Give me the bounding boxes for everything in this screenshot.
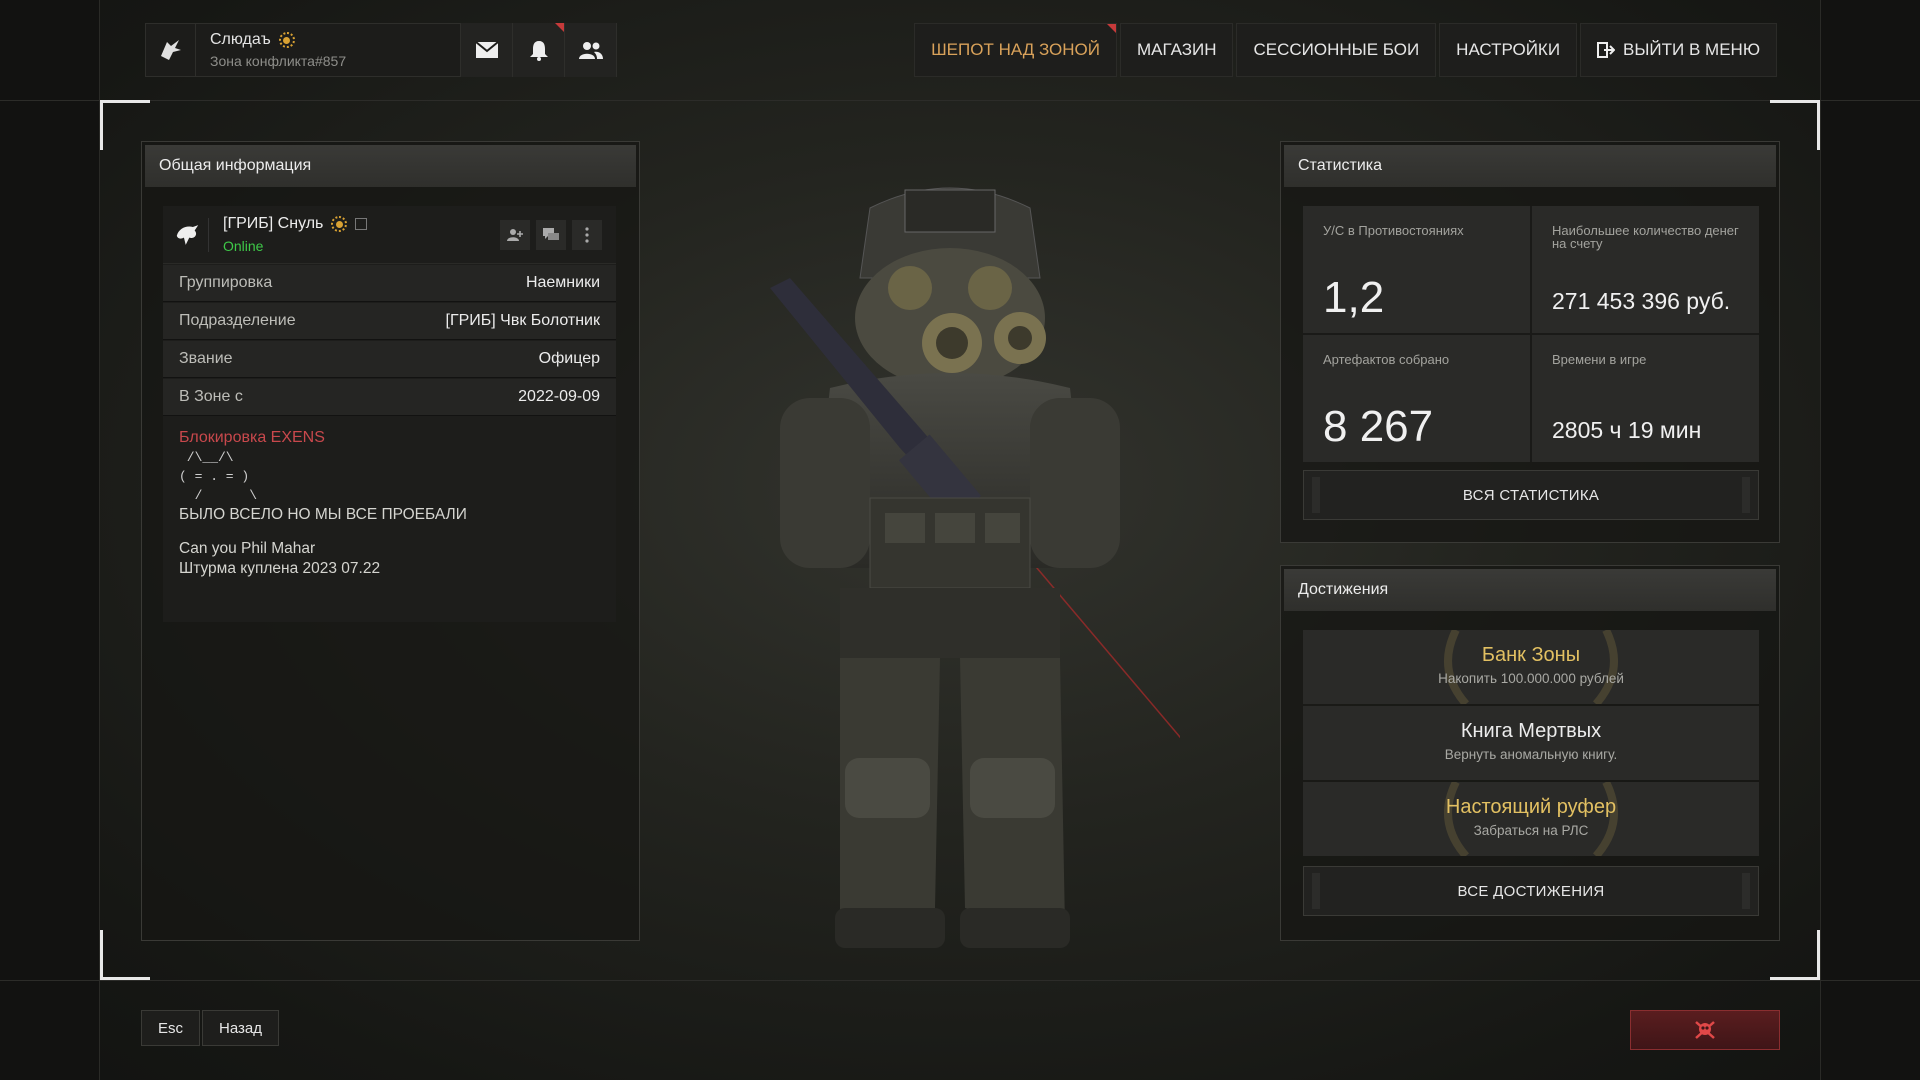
bio-line: БЫЛО ВСЕЛО НО МЫ ВСЕ ПРОЕБАЛИ [179,506,467,523]
skull-action-button[interactable] [1630,1010,1780,1050]
stat-max-money: Наибольшее количество денег на счету 271… [1532,206,1759,333]
friends-icon [578,42,603,59]
message-button[interactable] [536,219,566,250]
profile-name: Слюдаъ [210,31,271,48]
faction-logo-icon [175,217,209,252]
nav-shop[interactable]: МАГАЗИН [1120,23,1234,77]
add-friend-button[interactable] [500,219,530,250]
all-statistics-button[interactable]: ВСЯ СТАТИСТИКА [1303,470,1759,520]
more-options-button[interactable] [572,219,602,250]
achievement-item[interactable]: Книга Мертвых Вернуть аномальную книгу. [1303,706,1759,780]
character-model[interactable] [720,168,1241,968]
mail-icon [474,41,499,58]
exit-icon [1597,42,1616,58]
statistics-panel: Статистика У/С в Противостояниях 1,2 Наи… [1280,141,1780,543]
notifications-button[interactable] [512,23,564,77]
faction-logo-icon [146,23,196,77]
info-row-division: Подразделение [ГРИБ] Чвк Болотник [163,303,616,340]
laurel-wreath-icon [1444,630,1618,704]
bio-line: Штурма куплена 2023 07.22 [179,560,381,577]
achievements-panel: Достижения Банк Зоны Накопить 100.000.00… [1280,565,1780,941]
achievement-item[interactable]: Банк Зоны Накопить 100.000.000 рублей [1303,630,1759,704]
stat-kd: У/С в Противостояниях 1,2 [1303,206,1530,333]
add-friend-icon [507,228,523,241]
nav-session-battles[interactable]: СЕССИОННЫЕ БОИ [1236,23,1437,77]
stat-artifacts: Артефактов собрано 8 267 [1303,335,1530,462]
top-divider [0,100,1920,101]
back-button[interactable]: Назад [202,1010,279,1046]
bio-line: Can you Phil Mahar [179,540,316,557]
online-status: Online [223,238,264,254]
all-achievements-button[interactable]: ВСЕ ДОСТИЖЕНИЯ [1303,866,1759,916]
profile-server: Зона конфликта#857 [210,53,347,69]
profile-bar: Слюдаъ Зона конфликта#857 [145,23,617,77]
nav-whisper[interactable]: ШЕПОТ НАД ЗОНОЙ [914,23,1117,77]
player-card: [ГРИБ] Снуль Online Группировка Наемники … [163,206,616,622]
top-navigation: ШЕПОТ НАД ЗОНОЙ МАГАЗИН СЕССИОННЫЕ БОИ Н… [914,23,1777,77]
mail-button[interactable] [460,23,512,77]
nav-exit-to-menu[interactable]: ВЫЙТИ В МЕНЮ [1580,23,1777,77]
bottom-divider [0,980,1920,981]
bell-icon [529,41,548,61]
more-vertical-icon [585,226,589,243]
friends-button[interactable] [564,23,616,77]
right-frame [1820,0,1920,1080]
rank-badge-icon [278,32,295,48]
skull-crossbones-icon [1695,1021,1715,1039]
panel-title: Статистика [1284,145,1776,187]
bio-block-label: Блокировка EXENS [179,429,325,446]
left-frame [0,0,100,1080]
stats-grid: У/С в Противостояниях 1,2 Наибольшее кол… [1303,206,1759,462]
laurel-wreath-icon [1444,782,1618,856]
achievement-item[interactable]: Настоящий руфер Забраться на РЛС [1303,782,1759,856]
bio-ascii-art: /\__/\ ( = . = ) / \ [179,450,258,503]
general-info-panel: Общая информация [ГРИБ] Снуль Online Гру… [141,141,640,941]
copy-icon[interactable] [355,218,368,230]
nav-settings[interactable]: НАСТРОЙКИ [1439,23,1578,77]
player-name: [ГРИБ] Снуль [223,215,324,232]
player-header: [ГРИБ] Снуль Online [163,206,616,264]
panel-title: Достижения [1284,569,1776,611]
chat-icon [543,227,559,240]
info-row-rank: Звание Офицер [163,341,616,378]
info-row-faction: Группировка Наемники [163,265,616,302]
player-bio: Блокировка EXENS /\__/\ ( = . = ) / \ БЫ… [163,416,616,591]
stat-playtime: Времени в игре 2805 ч 19 мин [1532,335,1759,462]
info-row-joined: В Зоне с 2022-09-09 [163,379,616,416]
profile-info[interactable]: Слюдаъ Зона конфликта#857 [196,31,460,69]
rank-badge-icon [331,216,348,232]
back-control: Esc Назад [141,1010,279,1046]
esc-key-hint[interactable]: Esc [141,1010,201,1046]
panel-title: Общая информация [145,145,636,187]
